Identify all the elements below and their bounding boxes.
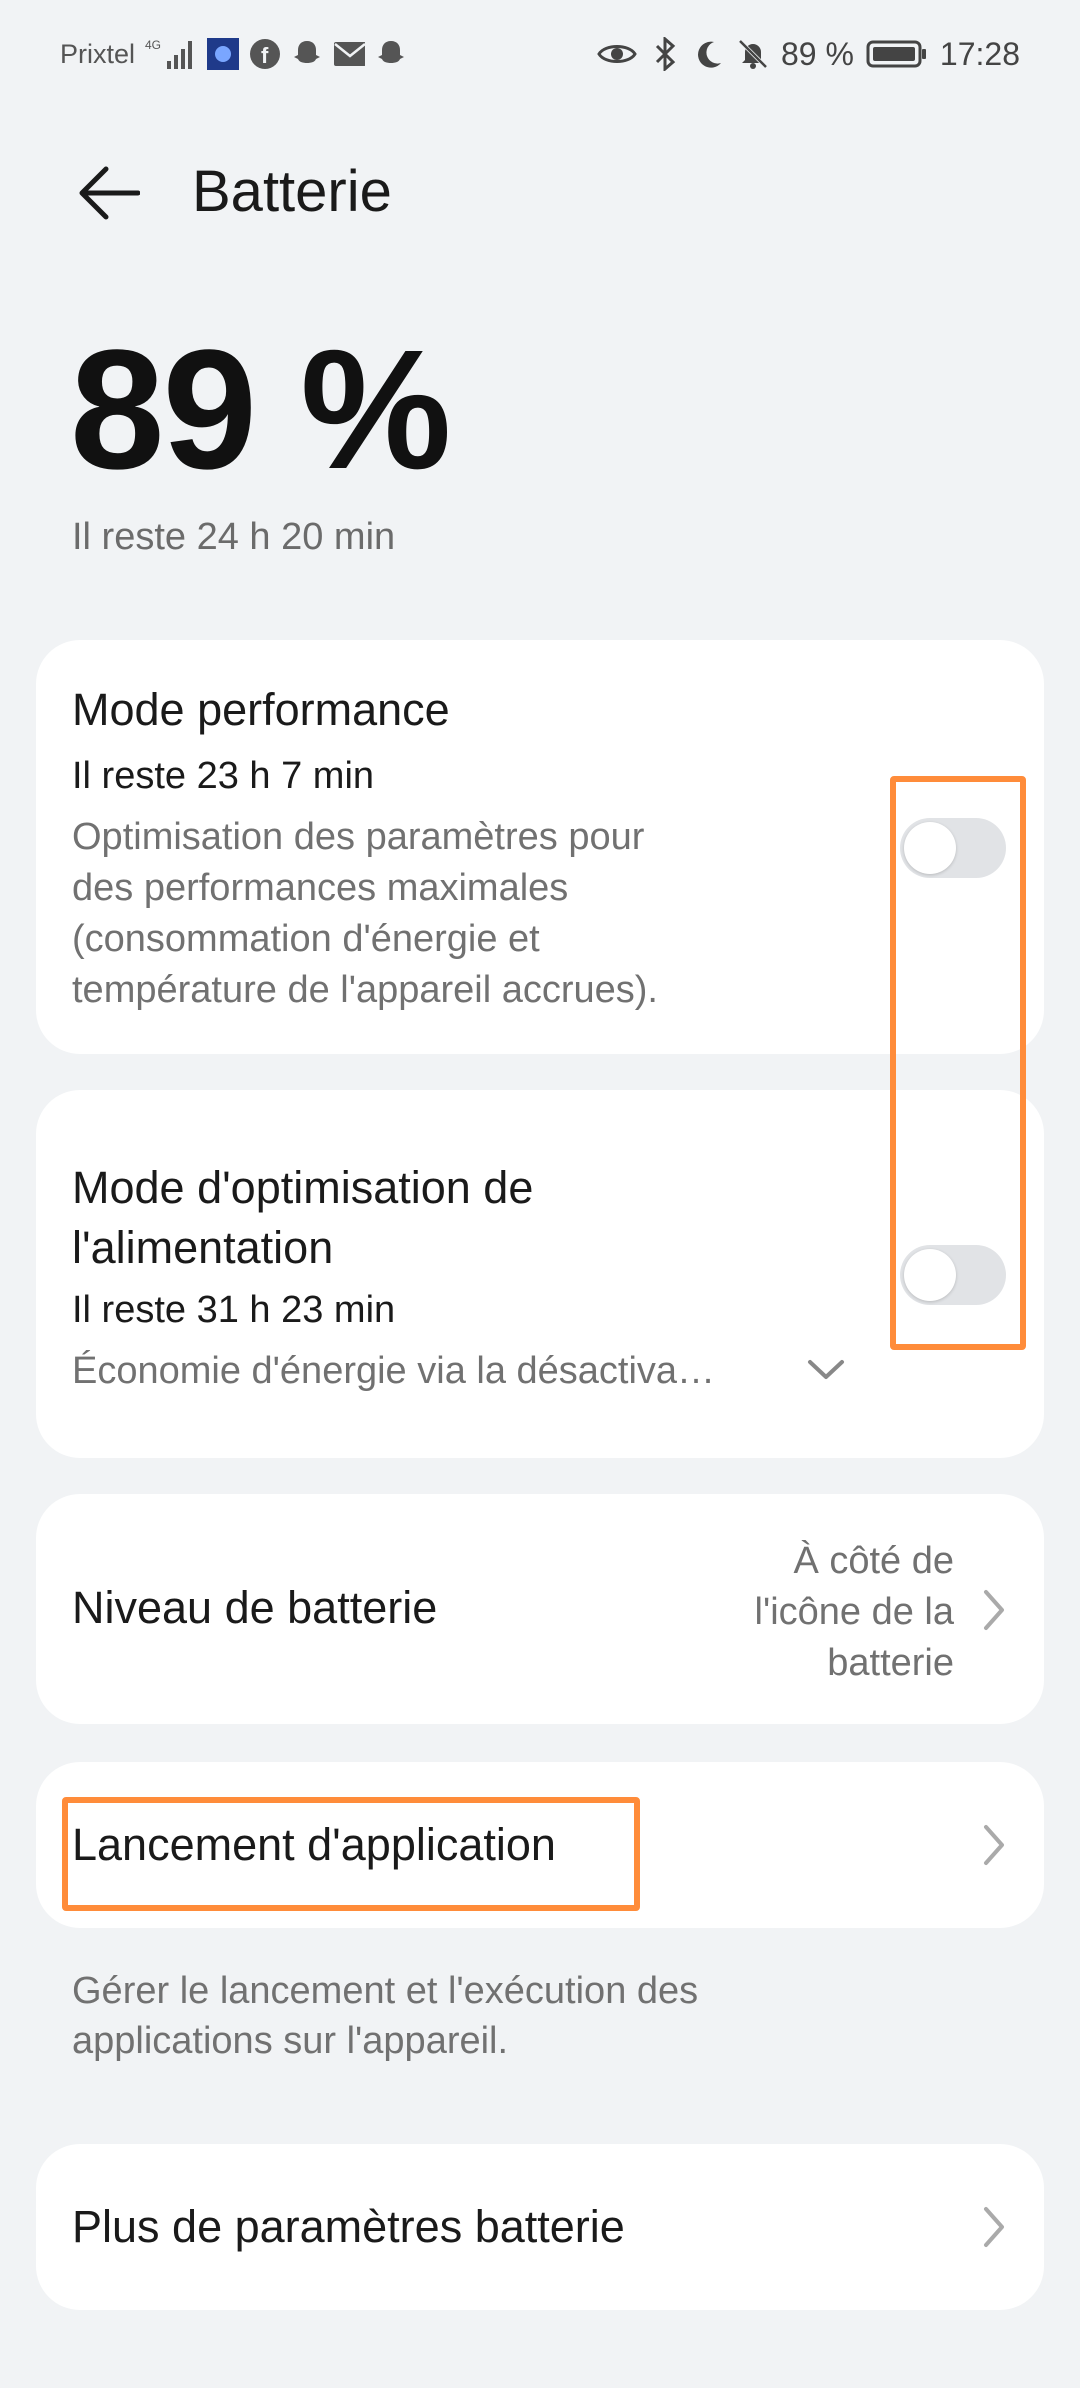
battery-level-value: À côté de l'icône de la batterie [754, 1540, 955, 1684]
chevron-right-icon [984, 1590, 1004, 1630]
power-optimization-description: Économie d'énergie via la désactiva… [72, 1350, 716, 1392]
page-title: Batterie [192, 159, 392, 224]
signal-icon: 4G [145, 38, 197, 70]
bluetooth-icon [649, 37, 681, 71]
battery-percent-status: 89 % [780, 35, 854, 72]
chevron-right-icon [984, 1825, 1004, 1865]
status-bar-right: 89 % 17:28 [597, 30, 1020, 78]
network-type-label: 4G [145, 38, 161, 52]
snapchat-icon [291, 38, 323, 70]
performance-mode-remaining: Il reste 23 h 7 min [72, 755, 375, 797]
chevron-down-icon [808, 1360, 844, 1379]
chevron-right-icon [984, 2207, 1004, 2247]
bell-muted-icon [737, 38, 769, 70]
app-launch-note: Gérer le lancement et l'exécution des ap… [72, 1970, 699, 2062]
app-launch-highlight-frame [62, 1797, 640, 1911]
eye-icon [597, 38, 637, 70]
performance-mode-description: Optimisation des paramètres pour des per… [72, 816, 658, 1011]
battery-remaining: Il reste 24 h 20 min [72, 516, 396, 558]
snapchat-icon-2 [375, 38, 407, 70]
facebook-icon: f [249, 38, 281, 70]
battery-level-row[interactable]: Niveau de batterie À côté de l'icône de … [36, 1494, 1044, 1724]
battery-icon [866, 38, 928, 70]
more-battery-settings-label: Plus de paramètres batterie [72, 2201, 625, 2252]
battery-level-label: Niveau de batterie [72, 1582, 438, 1633]
carrier-name: Prixtel [60, 38, 136, 69]
power-optimization-title: Mode d'optimisation de l'alimentation [72, 1162, 534, 1273]
svg-text:f: f [261, 43, 269, 68]
app-notification-icon [207, 38, 240, 70]
performance-mode-title: Mode performance [72, 684, 450, 735]
mail-icon [333, 38, 366, 70]
power-optimization-remaining: Il reste 31 h 23 min [72, 1289, 396, 1331]
back-button[interactable] [66, 150, 152, 236]
more-battery-settings-row[interactable]: Plus de paramètres batterie [36, 2144, 1044, 2310]
moon-icon [693, 38, 725, 70]
status-bar-left: Prixtel 4G f [60, 30, 407, 78]
toggles-highlight-frame [890, 776, 1026, 1350]
expand-description-button[interactable] [802, 1346, 850, 1394]
clock: 17:28 [939, 35, 1020, 72]
battery-percent: 89 % [70, 315, 451, 505]
back-arrow-icon [79, 166, 140, 220]
